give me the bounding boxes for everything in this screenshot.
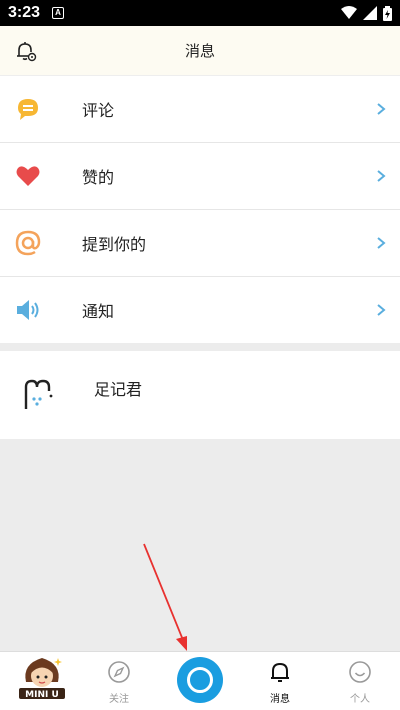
message-menu: 评论 赞的 提到你的 通知: [0, 76, 400, 344]
conversation-item-footprint[interactable]: 足记君: [0, 351, 400, 439]
tab-follow[interactable]: 关注: [89, 652, 149, 710]
notification-badge-icon: A: [52, 7, 65, 19]
section-divider: [0, 343, 400, 351]
smile-icon: [349, 661, 371, 683]
menu-item-mentions[interactable]: 提到你的: [0, 210, 400, 277]
tab-messages[interactable]: 消息: [250, 652, 310, 710]
conversation-name: 足记君: [94, 380, 143, 399]
camera-button[interactable]: [177, 657, 223, 703]
menu-item-notifications[interactable]: 通知: [0, 277, 400, 344]
camera-icon: [187, 667, 213, 693]
tab-label: 个人: [350, 694, 370, 705]
heart-icon: [16, 166, 40, 186]
chevron-right-icon: [377, 304, 386, 316]
signal-icon: [363, 6, 377, 20]
compass-icon: [108, 661, 130, 683]
footprint-logo: [24, 379, 53, 409]
chevron-right-icon: [377, 237, 386, 249]
menu-item-label: 评论: [82, 101, 115, 120]
status-time: 3:23: [8, 4, 41, 21]
menu-item-label: 赞的: [82, 168, 115, 187]
menu-item-comments[interactable]: 评论: [0, 76, 400, 143]
tab-label: 关注: [109, 694, 129, 705]
status-icons: [341, 5, 392, 21]
bell-icon: [271, 662, 289, 682]
header: 消息: [0, 26, 400, 76]
avatar-text: MINI U: [25, 690, 59, 700]
comment-icon: [18, 99, 38, 120]
chevron-right-icon: [377, 170, 386, 182]
chevron-right-icon: [377, 103, 386, 115]
menu-item-label: 通知: [82, 302, 115, 321]
menu-item-likes[interactable]: 赞的: [0, 143, 400, 210]
status-bar: 3:23 A: [0, 0, 400, 26]
menu-item-label: 提到你的: [82, 235, 147, 254]
speaker-icon: [17, 300, 39, 320]
at-icon: [15, 230, 41, 256]
avatar[interactable]: MINI U: [18, 652, 66, 700]
tab-profile[interactable]: 个人: [330, 652, 390, 710]
battery-icon: [383, 5, 392, 21]
page-title: 消息: [184, 42, 215, 60]
wifi-icon: [341, 6, 357, 19]
tab-label: 消息: [270, 694, 290, 705]
